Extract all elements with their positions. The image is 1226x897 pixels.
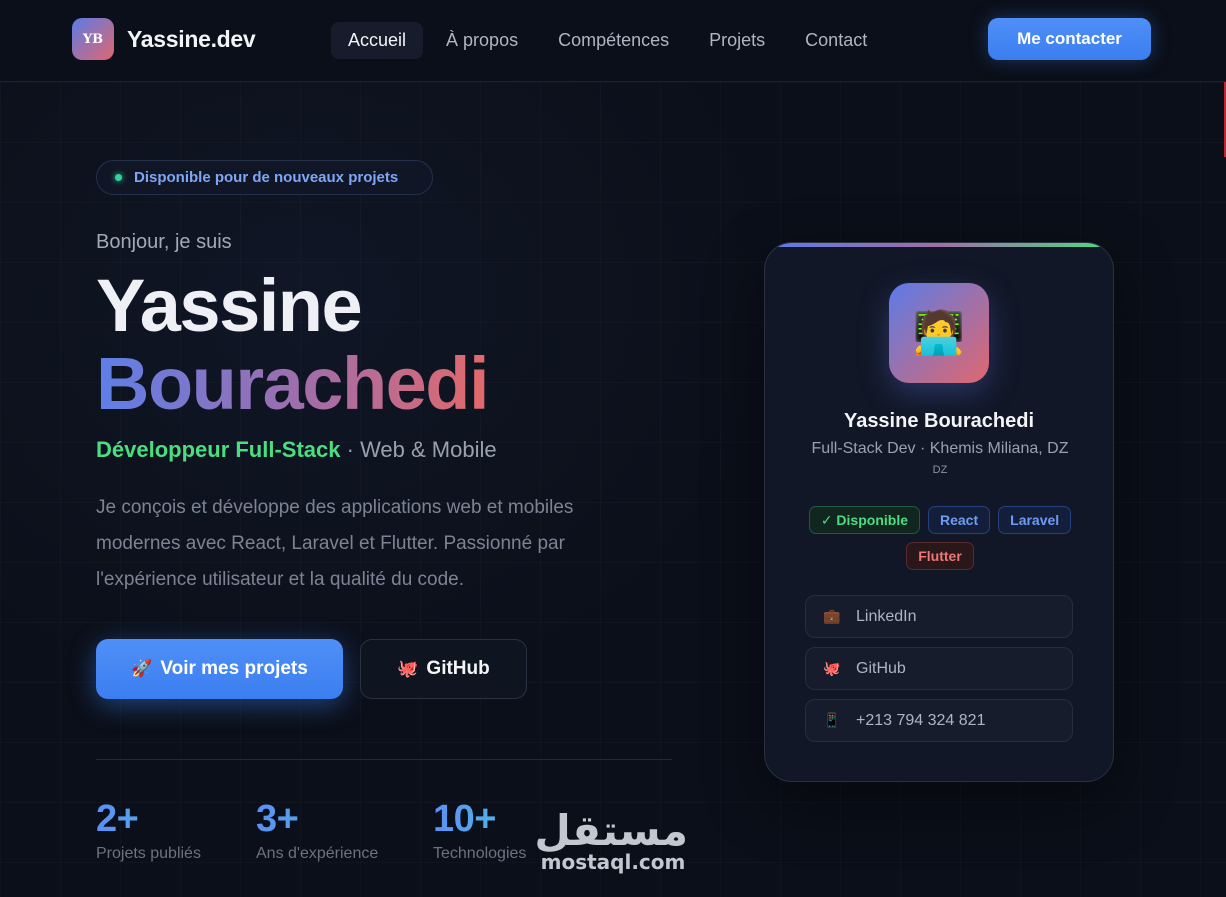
github-link[interactable]: 🐙 GitHub	[805, 647, 1073, 690]
phone-icon: 📱	[823, 712, 841, 728]
stats-divider	[96, 759, 672, 760]
availability-text: Disponible pour de nouveaux projets	[134, 169, 399, 186]
tag-react: React	[928, 506, 991, 534]
site-header: YB Yassine.dev Accueil À propos Compéten…	[0, 0, 1226, 82]
stat-label: Projets publiés	[96, 845, 201, 862]
greeting-text: Bonjour, je suis	[96, 231, 232, 253]
nav-item-accueil[interactable]: Accueil	[331, 22, 424, 59]
role-sub: · Web & Mobile	[340, 437, 497, 462]
logo-text[interactable]: Yassine.dev	[127, 26, 256, 53]
github-button-label: GitHub	[426, 658, 490, 679]
view-projects-button[interactable]: 🚀 Voir mes projets	[96, 639, 343, 699]
card-name: Yassine Bourachedi	[843, 410, 1035, 432]
rocket-icon: 🚀	[131, 659, 153, 678]
octopus-icon: 🐙	[823, 660, 841, 676]
card-subtitle-text: Full-Stack Dev · Khemis Miliana, DZ	[811, 440, 1069, 457]
watermark-latin: mostaql.com	[540, 850, 686, 874]
hero-role: Développeur Full-Stack · Web & Mobile	[96, 437, 497, 463]
main-nav: Accueil À propos Compétences Projets Con…	[331, 22, 890, 59]
profile-card: 🧑‍💻 Yassine Bourachedi Full-Stack Dev · …	[764, 242, 1114, 782]
hero-bio: Je conçois et développe des applications…	[96, 497, 574, 590]
linkedin-link[interactable]: 💼 LinkedIn	[805, 595, 1073, 638]
avatar: 🧑‍💻	[889, 283, 989, 383]
octopus-icon: 🐙	[397, 659, 419, 678]
contact-button[interactable]: Me contacter	[988, 18, 1151, 60]
stat-label: Technologies	[433, 845, 527, 862]
nav-item-contact[interactable]: Contact	[788, 22, 884, 59]
linkedin-label: LinkedIn	[856, 607, 917, 625]
nav-item-projets[interactable]: Projets	[692, 22, 782, 59]
tag-flutter: Flutter	[906, 542, 974, 570]
card-accent-bar	[765, 243, 1113, 247]
stat-value: 10+	[433, 798, 526, 841]
developer-icon: 🧑‍💻	[912, 308, 966, 356]
github-label: GitHub	[856, 659, 906, 677]
hero-last-name: Bourachedi	[96, 342, 490, 425]
nav-item-a-propos[interactable]: À propos	[429, 22, 535, 59]
stat-value: 2+	[96, 798, 201, 841]
tag-available: ✓ Disponible	[808, 506, 920, 534]
role-main: Développeur Full-Stack	[96, 437, 341, 462]
tag-laravel: Laravel	[998, 506, 1072, 534]
hero-first-name: Yassine	[96, 264, 363, 347]
availability-badge: Disponible pour de nouveaux projets	[96, 160, 433, 195]
logo-badge[interactable]: YB	[72, 18, 114, 60]
nav-item-competences[interactable]: Compétences	[541, 22, 686, 59]
tag-list: ✓ Disponible React Laravel Flutter	[795, 506, 1085, 570]
briefcase-icon: 💼	[823, 608, 841, 624]
stat-label: Ans d'expérience	[256, 845, 379, 862]
phone-link[interactable]: 📱 +213 794 324 821	[805, 699, 1073, 742]
stat-projects: 2+ Projets publiés	[96, 798, 201, 863]
watermark-arabic: مستقل	[534, 806, 688, 855]
github-button[interactable]: 🐙 GitHub	[360, 639, 527, 699]
view-projects-label: Voir mes projets	[160, 658, 308, 679]
country-code: DZ	[932, 464, 948, 476]
watermark: مستقل mostaql.com	[534, 806, 688, 875]
stat-experience: 3+ Ans d'expérience	[256, 798, 378, 863]
stat-value: 3+	[256, 798, 378, 841]
status-dot-icon	[115, 174, 122, 181]
card-subtitle: Full-Stack Dev · Khemis Miliana, DZ DZ	[801, 439, 1079, 480]
phone-label: +213 794 324 821	[856, 711, 986, 729]
stat-technologies: 10+ Technologies	[433, 798, 526, 863]
